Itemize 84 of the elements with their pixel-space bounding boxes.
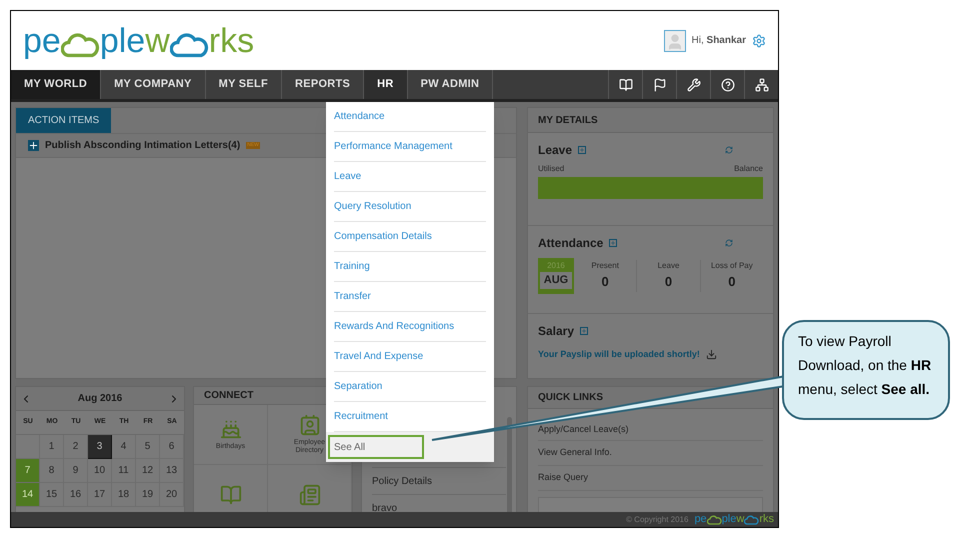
logo-text: rks	[208, 24, 254, 58]
menu-item[interactable]: Query Resolution	[334, 199, 412, 214]
logo-text: pe	[23, 24, 61, 58]
stat-label: Loss of Pay	[710, 260, 753, 272]
month-title: Aug 2016	[76, 392, 124, 406]
action-item-title: Publish Absconding Intimation Letters(4)	[45, 139, 240, 153]
newspaper-icon	[298, 484, 320, 506]
nav-tab[interactable]: MY WORLD	[11, 70, 102, 99]
calendar-day[interactable]: 17	[88, 483, 112, 507]
help-icon	[720, 78, 734, 92]
flag-icon	[652, 78, 666, 92]
stat-value: 0	[602, 273, 609, 292]
stat-value: 0	[664, 273, 672, 292]
quick-link[interactable]: View General Info.	[538, 446, 612, 460]
callout: To view Payroll Download, on the HR menu, select See all.	[782, 320, 950, 420]
calendar-day[interactable]: 9	[64, 459, 88, 483]
cake-icon	[220, 418, 242, 440]
menu-item[interactable]: Attendance	[334, 109, 385, 124]
contact-card-icon	[298, 414, 320, 436]
bar-label: Utilised	[538, 163, 564, 175]
calendar-day[interactable]: 16	[64, 483, 88, 507]
wrench-icon	[686, 78, 700, 92]
bar-label: Balance	[734, 163, 763, 175]
menu-item[interactable]: Training	[334, 259, 370, 274]
refresh-icon[interactable]	[725, 146, 733, 154]
download-icon[interactable]	[706, 349, 717, 360]
panel-title: MY DETAILS	[538, 114, 598, 128]
list-item[interactable]: Policy Details	[372, 474, 432, 488]
calendar-day[interactable]: 14	[16, 483, 40, 507]
menu-item[interactable]: Rewards And Recognitions	[334, 319, 454, 334]
calendar-day[interactable]: 19	[136, 483, 160, 507]
calendar-day[interactable]: 15	[40, 483, 64, 507]
calendar-day[interactable]: 12	[136, 459, 160, 483]
stat-value: 0	[728, 273, 736, 292]
menu-item[interactable]: Transfer	[334, 289, 371, 304]
payslip-message[interactable]: Your Payslip will be uploaded shortly!	[538, 348, 700, 362]
menu-item[interactable]: See All	[328, 435, 424, 459]
stat-label: Present	[591, 260, 619, 272]
calendar-day[interactable]: 7	[16, 459, 40, 483]
action-items-tab[interactable]: ACTION ITEMS	[16, 108, 112, 133]
section-title: Leave	[538, 142, 572, 159]
nav-tab[interactable]: HR	[364, 70, 408, 99]
calendar-day[interactable]: 10	[88, 459, 112, 483]
cloud-icon	[60, 32, 100, 58]
calendar-day[interactable]: 3	[88, 435, 112, 459]
menu-item[interactable]: Travel And Expense	[334, 349, 424, 364]
quick-link[interactable]: Raise Query	[538, 471, 588, 485]
logo-text: pe	[694, 514, 707, 525]
book-icon	[618, 78, 632, 92]
calendar-day[interactable]: 18	[112, 483, 136, 507]
calendar-day[interactable]: 5	[136, 435, 160, 459]
menu-item[interactable]: Leave	[334, 169, 362, 184]
stat-label: Leave	[658, 260, 680, 272]
greeting: Hi, Shankar	[692, 34, 746, 48]
calendar-day[interactable]: 1	[40, 435, 64, 459]
logo-text: plew	[100, 24, 170, 58]
copyright: © Copyright 2016	[626, 514, 688, 526]
panel-title: QUICK LINKS	[538, 391, 603, 406]
settings-icon[interactable]	[752, 34, 766, 48]
menu-item[interactable]: Compensation Details	[334, 229, 432, 244]
cloud-icon	[170, 32, 209, 58]
sitemap-icon	[754, 78, 768, 92]
menu-item[interactable]: Performance Management	[334, 139, 452, 154]
connect-title: CONNECT	[204, 389, 254, 403]
expand-icon[interactable]	[28, 140, 39, 151]
refresh-icon[interactable]	[725, 239, 733, 247]
menu-item[interactable]: Separation	[334, 379, 382, 394]
section-title: Salary	[538, 323, 574, 340]
cloud-icon	[706, 515, 722, 525]
calendar-day[interactable]: 13	[160, 459, 184, 483]
avatar[interactable]	[664, 30, 686, 52]
scrollbar[interactable]	[506, 417, 512, 512]
cloud-icon	[744, 515, 760, 525]
logo-text: rks	[759, 514, 774, 525]
book-icon	[220, 484, 242, 506]
calendar-day[interactable]: 6	[160, 435, 184, 459]
calendar-day[interactable]: 11	[112, 459, 136, 483]
calendar-day[interactable]: 20	[160, 483, 184, 507]
list-item[interactable]: bravo	[372, 500, 398, 512]
calendar-day[interactable]: 8	[40, 459, 64, 483]
quick-link[interactable]: Apply/Cancel Leave(s)	[538, 423, 629, 437]
logo-text: plew	[722, 514, 744, 525]
section-title: Attendance	[538, 235, 604, 252]
calendar-day[interactable]: 4	[112, 435, 136, 459]
